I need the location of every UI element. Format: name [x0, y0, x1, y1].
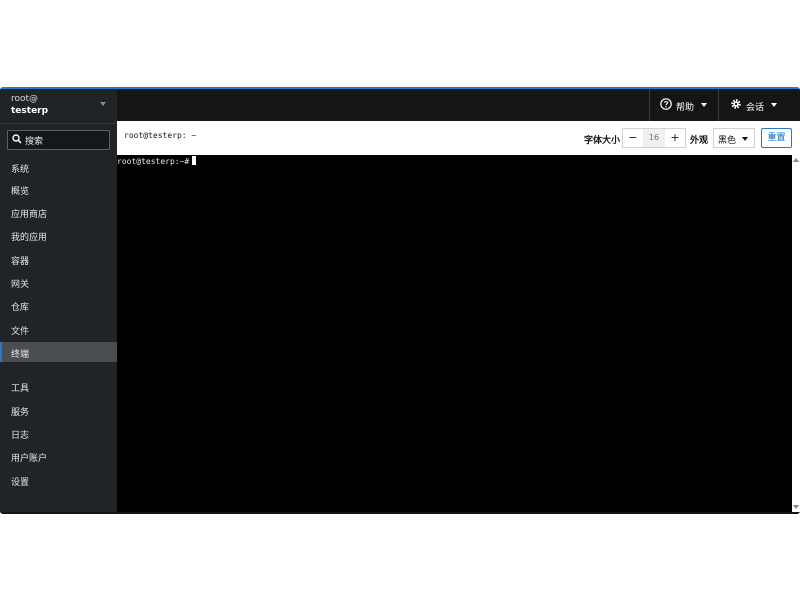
chevron-down-icon — [701, 103, 707, 107]
sidebar-item-logs[interactable]: 日志 — [0, 423, 117, 443]
nav-section-system: 系统 — [11, 165, 30, 175]
help-icon — [660, 98, 672, 110]
font-size-decrement-button[interactable]: − — [623, 129, 643, 147]
font-size-label: 字体大小 — [584, 136, 621, 146]
sidebar-item-files[interactable]: 文件 — [0, 319, 117, 339]
sidebar-item-overview[interactable]: 概览 — [0, 179, 117, 199]
sidebar-item-app-store[interactable]: 应用商店 — [0, 202, 117, 222]
sidebar-item-terminal[interactable]: 终端 — [0, 342, 119, 362]
appearance-select[interactable]: 黑色 — [713, 128, 755, 148]
chevron-down-icon — [771, 103, 777, 107]
help-label: 帮助 — [676, 103, 695, 113]
sidebar-item-accounts[interactable]: 用户账户 — [0, 446, 117, 466]
host-switcher[interactable]: root@ testerp — [0, 89, 117, 124]
nav-section-tools: 工具 — [11, 384, 30, 394]
terminal-screen[interactable]: root@testerp:~# — [117, 155, 792, 512]
gear-icon — [731, 99, 741, 109]
chevron-down-icon — [100, 102, 106, 106]
search-label: 搜索 — [25, 137, 44, 147]
terminal-prompt: root@testerp:~# — [117, 157, 190, 166]
host-user: root@ — [11, 94, 39, 104]
appearance-label: 外观 — [690, 136, 709, 146]
sidebar-item-containers[interactable]: 容器 — [0, 249, 117, 269]
host-name: testerp — [11, 106, 49, 116]
terminal-scrollbar[interactable] — [792, 155, 800, 512]
font-size-input[interactable]: 16 — [643, 129, 665, 147]
terminal-page: root@testerp: ~ 字体大小 − 16 + 外观 黑色 重置 roo… — [117, 121, 800, 512]
sidebar-item-gateway[interactable]: 网关 — [0, 272, 117, 292]
reset-button[interactable]: 重置 — [761, 128, 792, 148]
topbar: 帮助 会话 — [117, 89, 800, 121]
font-size-increment-button[interactable]: + — [665, 129, 685, 147]
session-label: 会话 — [746, 103, 765, 113]
scroll-up-icon[interactable] — [793, 158, 799, 162]
search-input[interactable]: 搜索 — [7, 130, 110, 150]
sidebar-item-repository[interactable]: 仓库 — [0, 295, 117, 315]
terminal-cursor — [192, 156, 197, 165]
terminal-prompt-line: root@testerp:~# — [117, 156, 197, 166]
session-menu-button[interactable]: 会话 — [718, 89, 800, 121]
font-size-stepper: − 16 + — [622, 128, 686, 148]
chevron-down-icon — [742, 137, 748, 141]
search-icon — [12, 134, 22, 144]
sidebar-item-my-apps[interactable]: 我的应用 — [0, 225, 117, 245]
terminal-title: root@testerp: ~ — [124, 131, 197, 140]
appearance-value: 黑色 — [718, 136, 737, 146]
terminal-toolbar: root@testerp: ~ 字体大小 − 16 + 外观 黑色 重置 — [117, 121, 800, 155]
app-window: root@ testerp 搜索 系统 概览 应用商店 我的应用 容器 网关 仓… — [0, 87, 800, 514]
scroll-down-icon[interactable] — [793, 505, 799, 509]
sidebar: root@ testerp 搜索 系统 概览 应用商店 我的应用 容器 网关 仓… — [0, 89, 119, 512]
sidebar-item-settings[interactable]: 设置 — [0, 470, 117, 490]
sidebar-item-services[interactable]: 服务 — [0, 400, 117, 420]
help-menu-button[interactable]: 帮助 — [649, 89, 718, 121]
